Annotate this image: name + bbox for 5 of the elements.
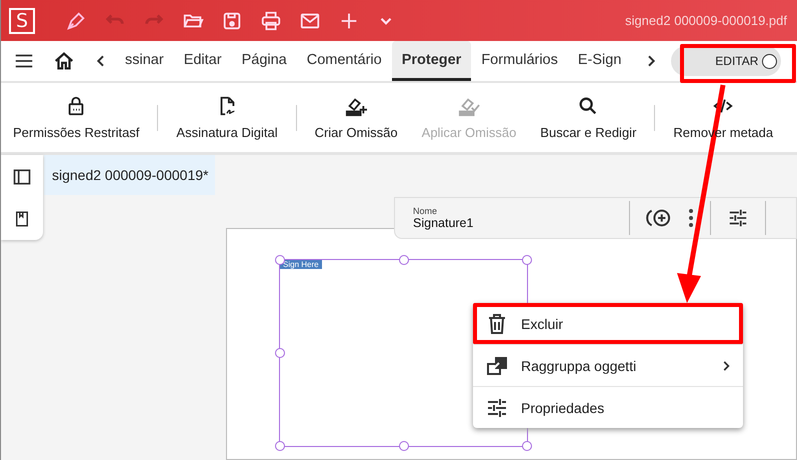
name-value: Signature1 [413,216,474,230]
sign-here-label: Sign Here [280,260,322,269]
name-label: Nome [413,206,438,216]
app-logo: S [9,8,35,34]
file-name: signed2 000009-000019.pdf [625,13,787,28]
